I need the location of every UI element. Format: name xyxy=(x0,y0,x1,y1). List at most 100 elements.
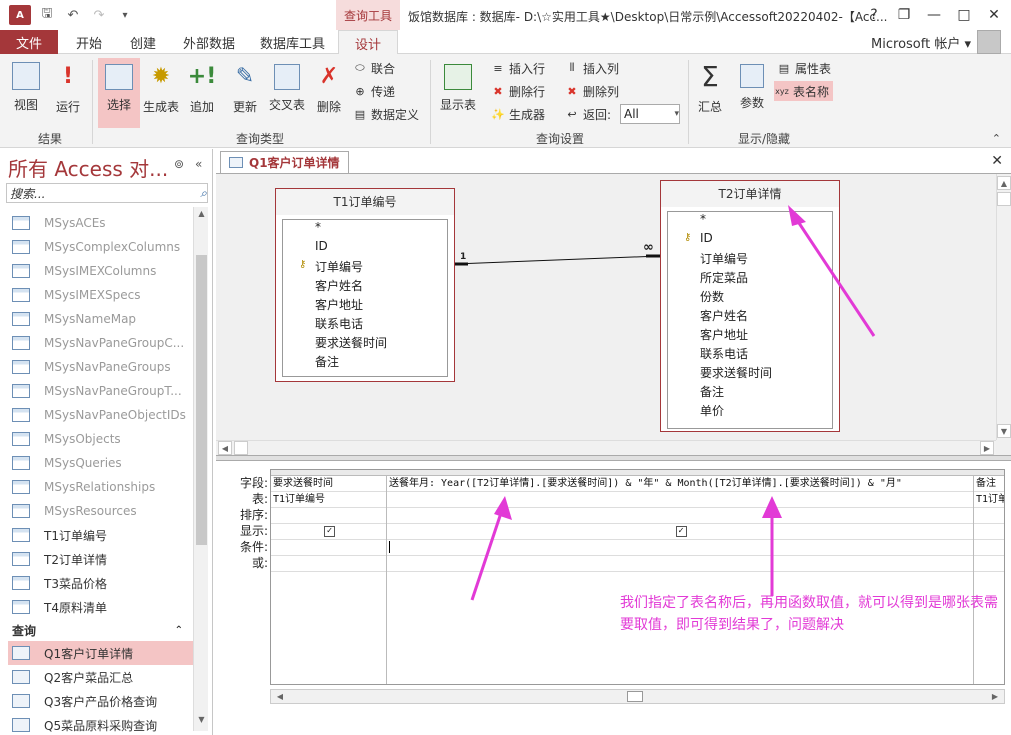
search-icon[interactable]: ⌕ xyxy=(200,186,207,201)
union-button[interactable]: ⬭ 联合 xyxy=(352,58,395,78)
crosstab-button[interactable]: 交叉表 xyxy=(268,58,306,128)
avatar[interactable] xyxy=(977,30,1001,54)
access-app-icon[interactable]: A xyxy=(9,5,31,25)
nav-item-q3[interactable]: Q3客户产品价格查询 xyxy=(8,689,193,713)
or-cell[interactable] xyxy=(271,556,386,572)
table-cell[interactable]: T1订单编号 xyxy=(271,492,386,508)
tab-database-tools[interactable]: 数据库工具 xyxy=(260,30,325,54)
nav-item-msyscomplexcolumns[interactable]: MSysComplexColumns xyxy=(8,235,193,259)
show-cell[interactable]: ✓ xyxy=(271,524,386,540)
ribbon-display-icon[interactable]: ❐ xyxy=(891,4,917,26)
pass-through-button[interactable]: ⊕ 传递 xyxy=(352,81,395,101)
save-icon[interactable]: 🖫 xyxy=(37,4,57,26)
sort-cell[interactable] xyxy=(974,508,1004,524)
show-cell[interactable]: ✓ xyxy=(387,524,973,540)
nav-item-msysnavpaneobjectids[interactable]: MSysNavPaneObjectIDs xyxy=(8,403,193,427)
close-icon[interactable]: ✕ xyxy=(981,4,1007,26)
nav-collapse-icon[interactable]: « xyxy=(195,157,202,171)
help-icon[interactable]: ? xyxy=(861,4,887,26)
show-table-button[interactable]: 显示表 xyxy=(436,58,480,128)
scroll-thumb[interactable] xyxy=(627,691,643,702)
nav-item-t3[interactable]: T3菜品价格 xyxy=(8,571,193,595)
grid-column-3[interactable]: 备注 T1订单 xyxy=(974,476,1004,684)
criteria-cell[interactable] xyxy=(974,540,1004,556)
or-cell[interactable] xyxy=(387,556,973,572)
account-menu[interactable]: Microsoft 帐户 ▾ xyxy=(871,33,971,52)
scroll-up-icon[interactable]: ▲ xyxy=(997,176,1011,190)
tab-home[interactable]: 开始 xyxy=(76,30,102,54)
parameters-button[interactable]: 参数 xyxy=(734,58,770,128)
show-checkbox[interactable]: ✓ xyxy=(675,525,687,537)
scroll-thumb[interactable] xyxy=(997,192,1011,206)
criteria-cell[interactable] xyxy=(271,540,386,556)
field-cell[interactable]: 要求送餐时间 xyxy=(271,476,386,492)
nav-item-q5[interactable]: Q5菜品原料采购查询 xyxy=(8,713,193,735)
scroll-thumb[interactable] xyxy=(234,441,248,455)
collapse-ribbon-icon[interactable]: ⌃ xyxy=(992,132,1001,145)
append-button[interactable]: +! 追加 xyxy=(186,58,218,128)
design-horizontal-scrollbar[interactable]: ◀ ▶ xyxy=(216,440,996,455)
document-tab[interactable]: Q1客户订单详情 xyxy=(220,151,349,173)
maximize-icon[interactable]: □ xyxy=(951,4,977,26)
nav-item-msysnamemap[interactable]: MSysNameMap xyxy=(8,307,193,331)
nav-pane-title[interactable]: 所有 Access 对... xyxy=(8,153,168,182)
nav-item-msysimexspecs[interactable]: MSysIMEXSpecs xyxy=(8,283,193,307)
nav-dropdown-icon[interactable]: ⊚ xyxy=(174,157,184,171)
grid-column-2[interactable]: 送餐年月: Year([T2订单详情].[要求送餐时间]) & "年" & Mo… xyxy=(387,476,974,684)
scroll-right-icon[interactable]: ▶ xyxy=(980,441,994,455)
nav-item-q2[interactable]: Q2客户菜品汇总 xyxy=(8,665,193,689)
update-button[interactable]: ✎ 更新 xyxy=(228,58,262,128)
scroll-down-icon[interactable]: ▼ xyxy=(997,424,1011,438)
nav-item-t1[interactable]: T1订单编号 xyxy=(8,523,193,547)
field-cell[interactable]: 备注 xyxy=(974,476,1004,492)
data-definition-button[interactable]: ▤ 数据定义 xyxy=(352,104,419,124)
select-query-button[interactable]: 选择 xyxy=(98,58,140,128)
builder-button[interactable]: ✨ 生成器 xyxy=(490,104,545,124)
sort-cell[interactable] xyxy=(387,508,973,524)
join-line[interactable] xyxy=(216,174,996,440)
nav-item-msysrelationships[interactable]: MSysRelationships xyxy=(8,475,193,499)
table-names-button[interactable]: xyz 表名称 xyxy=(774,81,834,101)
delete-columns-button[interactable]: ✖ 删除列 xyxy=(564,81,619,101)
nav-item-msysobjects[interactable]: MSysObjects xyxy=(8,427,193,451)
totals-button[interactable]: Σ 汇总 xyxy=(694,58,726,128)
tab-external-data[interactable]: 外部数据 xyxy=(183,30,235,54)
nav-category-queries[interactable]: 查询 ⌃ xyxy=(8,619,193,641)
nav-item-t4[interactable]: T4原料清单 xyxy=(8,595,193,619)
redo-icon[interactable]: ↷ xyxy=(89,8,109,23)
grid-horizontal-scrollbar[interactable]: ◀ ▶ xyxy=(270,689,1005,704)
tab-file[interactable]: 文件 xyxy=(0,30,58,54)
nav-item-msysnavpanegroups[interactable]: MSysNavPaneGroups xyxy=(8,355,193,379)
scroll-left-icon[interactable]: ◀ xyxy=(218,441,232,455)
nav-item-msysresources[interactable]: MSysResources xyxy=(8,499,193,523)
grid-column-1[interactable]: 要求送餐时间 T1订单编号 ✓ xyxy=(271,476,387,684)
criteria-cell[interactable] xyxy=(387,540,973,556)
property-sheet-button[interactable]: ▤ 属性表 xyxy=(776,58,831,78)
sort-cell[interactable] xyxy=(271,508,386,524)
close-document-icon[interactable]: ✕ xyxy=(991,153,1003,169)
nav-search-input[interactable]: 搜索... ⌕ xyxy=(6,183,208,203)
nav-item-t2[interactable]: T2订单详情 xyxy=(8,547,193,571)
or-cell[interactable] xyxy=(974,556,1004,572)
scroll-down-icon[interactable]: ▼ xyxy=(194,715,209,729)
field-cell[interactable]: 送餐年月: Year([T2订单详情].[要求送餐时间]) & "年" & Mo… xyxy=(387,476,973,492)
design-vertical-scrollbar[interactable]: ▲ ▼ xyxy=(996,174,1011,440)
delete-button[interactable]: ✗ 删除 xyxy=(312,58,346,128)
nav-item-q1[interactable]: Q1客户订单详情 xyxy=(8,641,193,665)
undo-icon[interactable]: ↶ xyxy=(63,8,83,23)
run-button[interactable]: ! 运行 xyxy=(52,58,84,128)
return-select[interactable]: All ▾ xyxy=(620,104,680,124)
nav-item-msysnavpanegroupc[interactable]: MSysNavPaneGroupC... xyxy=(8,331,193,355)
view-button[interactable]: 视图 xyxy=(8,58,44,128)
nav-scrollbar[interactable]: ▲ ▼ xyxy=(193,207,208,731)
nav-item-msysqueries[interactable]: MSysQueries xyxy=(8,451,193,475)
show-checkbox[interactable]: ✓ xyxy=(324,525,335,537)
minimize-icon[interactable]: — xyxy=(921,4,947,26)
delete-rows-button[interactable]: ✖ 删除行 xyxy=(490,81,545,101)
nav-item-msysaces[interactable]: MSysACEs xyxy=(8,211,193,235)
customize-icon[interactable]: ▾ xyxy=(115,10,135,21)
table-cell[interactable] xyxy=(387,492,973,508)
table-cell[interactable]: T1订单 xyxy=(974,492,1004,508)
scroll-up-icon[interactable]: ▲ xyxy=(194,209,209,223)
scroll-left-icon[interactable]: ◀ xyxy=(273,690,287,703)
